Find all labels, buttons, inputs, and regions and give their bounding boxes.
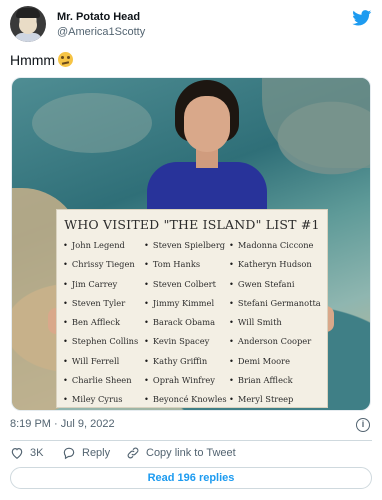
face — [184, 96, 230, 152]
list-item: Oprah Winfrey — [144, 375, 232, 394]
info-icon[interactable]: i — [356, 418, 370, 432]
author-handle[interactable]: @America1Scotty — [57, 26, 145, 38]
island-shape — [32, 93, 152, 153]
list-item: Chrissy Tiegen — [63, 259, 151, 278]
name-list-sign: WHO VISITED "THE ISLAND" LIST #1 John Le… — [56, 209, 328, 408]
list-item: Demi Moore — [229, 356, 317, 375]
list-item: Kevin Spacey — [144, 336, 232, 355]
avatar-shirt — [14, 33, 42, 42]
divider — [10, 440, 372, 441]
list-item: Jim Carrey — [63, 279, 151, 298]
tweet-header: Mr. Potato Head @America1Scotty — [10, 6, 372, 42]
sign-column-1: John Legend Chrissy Tiegen Jim Carrey St… — [63, 240, 151, 410]
tweet-text-content: Hmmm — [10, 52, 56, 68]
tweet-media-image[interactable]: WHO VISITED "THE ISLAND" LIST #1 John Le… — [11, 77, 371, 411]
list-item: Anderson Cooper — [229, 336, 317, 355]
sign-columns: John Legend Chrissy Tiegen Jim Carrey St… — [63, 240, 325, 406]
list-item: Madonna Ciccone — [229, 240, 317, 259]
sign-title: WHO VISITED "THE ISLAND" LIST #1 — [64, 217, 320, 232]
list-item: Steven Tyler — [63, 298, 151, 317]
avatar-hat — [16, 8, 40, 18]
list-item: Steven Colbert — [144, 279, 232, 298]
avatar[interactable] — [10, 6, 46, 42]
list-item: Kathy Griffin — [144, 356, 232, 375]
list-item: Beyoncé Knowles — [144, 394, 232, 410]
list-item: Katheryn Hudson — [229, 259, 317, 278]
list-item: Stefani Germanotta — [229, 298, 321, 317]
list-item: Stephen Collins — [63, 336, 151, 355]
avatar-face — [19, 16, 37, 34]
copy-link-label: Copy link to Tweet — [146, 447, 236, 459]
list-item: Will Ferrell — [63, 356, 151, 375]
sign-column-2: Steven Spielberg Tom Hanks Steven Colber… — [144, 240, 232, 410]
tweet-timestamp[interactable]: 8:19 PM · Jul 9, 2022 — [10, 418, 115, 430]
heart-icon — [11, 448, 23, 459]
sign-column-3: Madonna Ciccone Katheryn Hudson Gwen Ste… — [229, 240, 321, 410]
island-shape — [262, 78, 370, 168]
reply-bubble-icon — [63, 447, 75, 460]
twitter-bird-icon[interactable] — [352, 10, 372, 26]
list-item: John Legend — [63, 240, 151, 259]
reply-label: Reply — [82, 447, 111, 459]
list-item: Tom Hanks — [144, 259, 232, 278]
author-name[interactable]: Mr. Potato Head — [57, 11, 140, 23]
list-item: Brian Affleck — [229, 375, 317, 394]
tweet-text: Hmmm — [10, 52, 74, 68]
list-item: Barack Obama — [144, 317, 232, 336]
list-item: Charlie Sheen — [63, 375, 151, 394]
list-item: Will Smith — [229, 317, 317, 336]
list-item: Meryl Streep — [229, 394, 317, 410]
woman-figure — [142, 78, 272, 232]
read-replies-button[interactable]: Read 196 replies — [10, 467, 372, 489]
list-item: Steven Spielberg — [144, 240, 232, 259]
list-item: Ben Affleck — [63, 317, 151, 336]
list-item: Miley Cyrus — [63, 394, 151, 410]
list-item: Jimmy Kimmel — [144, 298, 232, 317]
tweet-card: Mr. Potato Head @America1Scotty Hmmm WHO… — [0, 0, 382, 500]
list-item: Gwen Stefani — [229, 279, 317, 298]
like-count: 3K — [30, 447, 44, 459]
thinking-face-emoji-icon — [58, 52, 74, 67]
link-icon — [127, 447, 139, 459]
